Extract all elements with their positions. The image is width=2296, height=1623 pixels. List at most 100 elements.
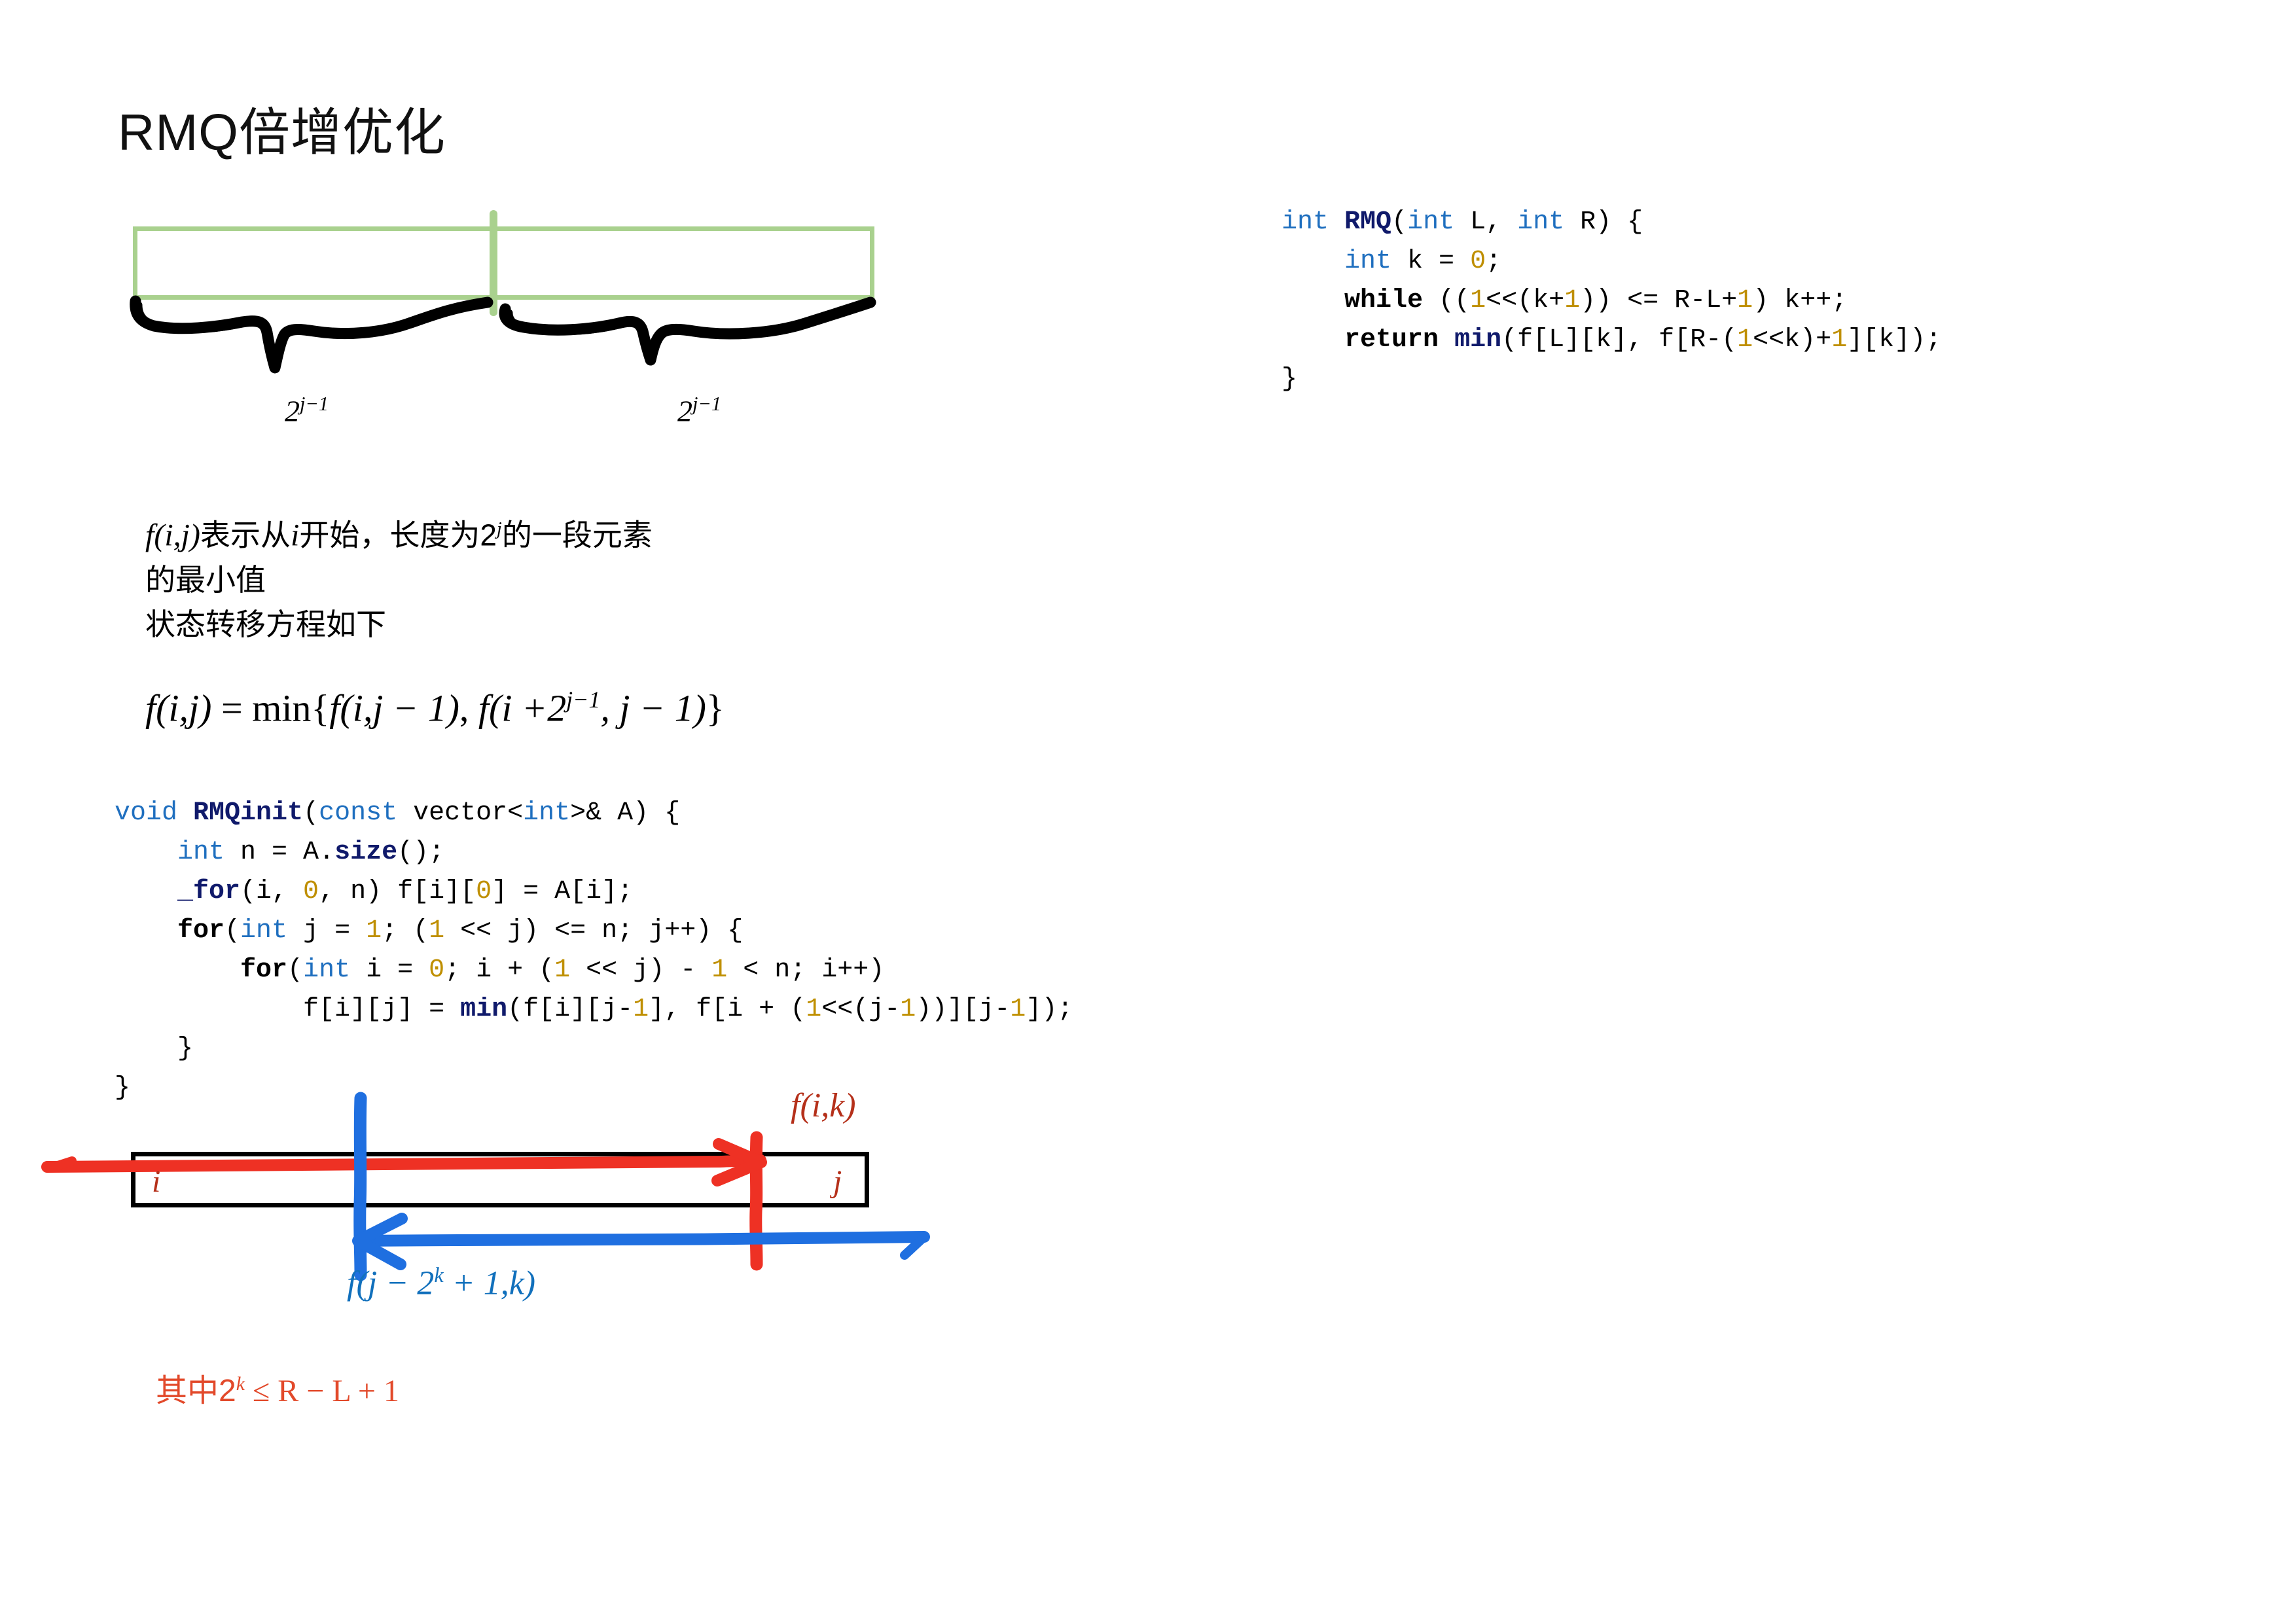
numeric-literal: 1 bbox=[711, 955, 728, 985]
code-text: >& A) { bbox=[570, 798, 681, 828]
code-text: f[i][j] = bbox=[303, 995, 461, 1024]
exponent-j: j bbox=[496, 519, 502, 539]
code-punct: ; bbox=[1486, 247, 1502, 276]
keyword-int: int bbox=[177, 838, 225, 867]
numeric-literal: 1 bbox=[554, 955, 571, 985]
function-name-min: min bbox=[1454, 325, 1502, 355]
numeric-literal: 1 bbox=[429, 916, 445, 946]
keyword-const: const bbox=[319, 798, 398, 828]
overlap-query-diagram: i j f(i,k) f(j − 2k + 1,k) bbox=[0, 1080, 982, 1355]
code-block-rmq-init: void RMQinit(const vector<int>& A) { int… bbox=[115, 794, 1073, 1108]
formula-lhs: f(i,j) bbox=[145, 687, 212, 730]
left-half-length-label: 2j−1 bbox=[285, 393, 329, 428]
numeric-literal: 1 bbox=[1737, 286, 1753, 315]
hand-drawn-braces bbox=[130, 295, 876, 374]
code-text: ; i + ( bbox=[444, 955, 555, 985]
formula-brace-close: } bbox=[706, 687, 725, 730]
keyword-void: void bbox=[115, 798, 178, 828]
definition-text-part: 表示从 bbox=[200, 518, 291, 552]
code-text: ] = A[i]; bbox=[492, 877, 634, 906]
constraint-note: 其中2k ≤ R − L + 1 bbox=[156, 1364, 399, 1410]
code-text: L, bbox=[1454, 207, 1518, 237]
code-punct: ( bbox=[1391, 207, 1408, 237]
code-text: (i, bbox=[240, 877, 304, 906]
code-text: j = bbox=[287, 916, 367, 946]
function-name-rmq: RMQ bbox=[1344, 207, 1392, 237]
code-text: << j) <= n; j++) { bbox=[444, 916, 744, 946]
numeric-literal: 1 bbox=[806, 995, 822, 1024]
code-punct: ( bbox=[224, 916, 241, 946]
code-text: (f[i][j- bbox=[507, 995, 634, 1024]
code-text: ) k++; bbox=[1753, 286, 1848, 315]
code-punct: } bbox=[177, 1034, 194, 1063]
constraint-rest: ≤ R − L + 1 bbox=[244, 1374, 399, 1408]
code-text: , n) f[i][ bbox=[319, 877, 476, 906]
code-text: <<(k+ bbox=[1486, 286, 1565, 315]
keyword-int: int bbox=[1282, 207, 1329, 237]
formula-min: min bbox=[252, 687, 312, 730]
right-half-base: 2 bbox=[677, 394, 692, 428]
page-title: RMQ倍增优化 bbox=[118, 103, 446, 161]
left-index-label: i bbox=[152, 1164, 161, 1199]
right-index-label: j bbox=[833, 1164, 842, 1199]
function-notation: f(i,j) bbox=[145, 518, 200, 553]
formula-term-2b: , j − 1) bbox=[600, 687, 706, 730]
code-text: (f[L][k], f[R-( bbox=[1501, 325, 1738, 355]
constraint-prefix: 其中2 bbox=[156, 1374, 236, 1408]
keyword-int: int bbox=[1344, 247, 1392, 276]
right-half-exponent: j−1 bbox=[692, 393, 722, 415]
numeric-literal: 1 bbox=[1470, 286, 1486, 315]
code-text: ][k]); bbox=[1847, 325, 1942, 355]
formula-equals: = bbox=[211, 687, 253, 730]
definition-line-3: 状态转移方程如下 bbox=[145, 607, 386, 642]
keyword-int: int bbox=[523, 798, 571, 828]
numeric-literal: 0 bbox=[303, 877, 319, 906]
numeric-literal: 0 bbox=[476, 877, 492, 906]
recurrence-formula: f(i,j) = min{f(i,j − 1), f(i +2j−1, j − … bbox=[145, 686, 725, 730]
numeric-literal: 0 bbox=[429, 955, 445, 985]
function-name-rmqinit: RMQinit bbox=[193, 798, 304, 828]
range-split-diagram: 2j−1 2j−1 bbox=[0, 183, 982, 458]
code-text: k = bbox=[1391, 247, 1471, 276]
red-arrow-label: f(i,k) bbox=[791, 1086, 856, 1125]
numeric-literal: 1 bbox=[1564, 286, 1581, 315]
code-text: <<(j- bbox=[821, 995, 901, 1024]
numeric-literal: 1 bbox=[1831, 325, 1848, 355]
blue-arrow-label: f(j − 2k + 1,k) bbox=[347, 1263, 535, 1302]
keyword-return: return bbox=[1344, 325, 1439, 355]
variable-i: i bbox=[290, 518, 300, 553]
code-text: i = bbox=[350, 955, 429, 985]
constraint-exponent: k bbox=[236, 1373, 245, 1395]
code-text: ; ( bbox=[382, 916, 429, 946]
formula-comma: , bbox=[459, 687, 478, 730]
keyword-while: while bbox=[1344, 286, 1424, 315]
definition-line-1: f(i,j)表示从i开始，长度为2j的一段元素 bbox=[145, 507, 653, 558]
red-arrow-label-text: f(i,k) bbox=[791, 1087, 856, 1124]
numeric-literal: 1 bbox=[900, 995, 916, 1024]
function-name-min: min bbox=[460, 995, 508, 1024]
keyword-int: int bbox=[240, 916, 288, 946]
code-text: (); bbox=[397, 838, 445, 867]
code-punct: ( bbox=[303, 798, 319, 828]
macro-name-for: _for bbox=[177, 877, 241, 906]
left-half-exponent: j−1 bbox=[300, 393, 329, 415]
code-punct: ( bbox=[287, 955, 304, 985]
code-text: <<k)+ bbox=[1753, 325, 1832, 355]
formula-exponent: j−1 bbox=[566, 687, 601, 713]
formula-brace-open: { bbox=[311, 687, 330, 730]
code-text: < n; i++) bbox=[727, 955, 885, 985]
numeric-literal: 1 bbox=[633, 995, 649, 1024]
blue-arrow-label-exponent: k bbox=[434, 1263, 444, 1287]
code-text: ))][j- bbox=[916, 995, 1011, 1024]
formula-term-1: f(i,j − 1) bbox=[329, 687, 459, 730]
keyword-int: int bbox=[1517, 207, 1565, 237]
code-text: vector< bbox=[397, 798, 524, 828]
numeric-literal: 1 bbox=[1737, 325, 1753, 355]
left-half-base: 2 bbox=[285, 394, 300, 428]
code-text: n = A. bbox=[224, 838, 335, 867]
keyword-for: for bbox=[177, 916, 225, 946]
code-block-rmq-query: int RMQ(int L, int R) { int k = 0; while… bbox=[1282, 203, 1941, 399]
right-half-length-label: 2j−1 bbox=[677, 393, 721, 428]
code-text: ]); bbox=[1026, 995, 1073, 1024]
code-text: R) { bbox=[1564, 207, 1643, 237]
